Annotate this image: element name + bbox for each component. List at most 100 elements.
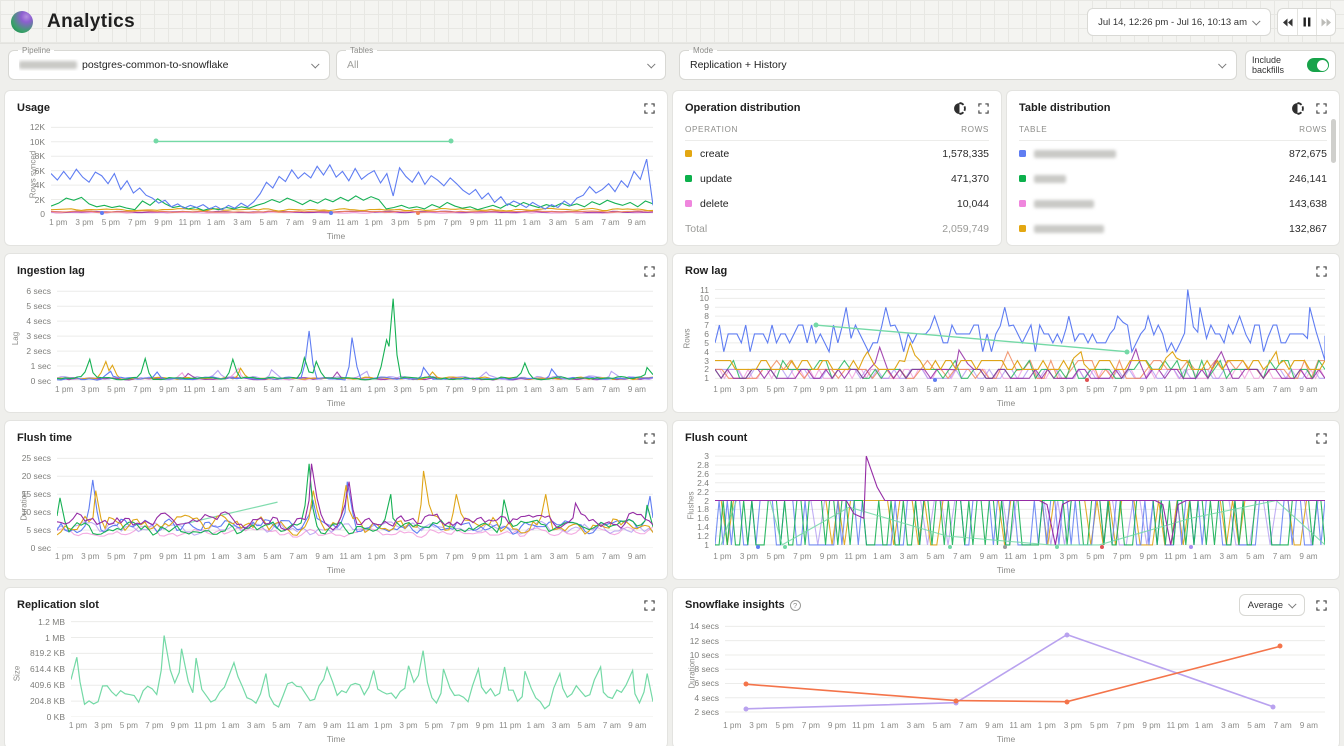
x-tick-label: 11 pm [496,385,518,394]
x-tick-label: 11 pm [499,721,521,730]
ingestion-lag-chart: Lag0 sec1 sec2 secs3 secs4 secs5 secs6 s… [11,280,661,409]
expand-button[interactable] [975,100,991,116]
y-tick-label: 2 [704,364,709,374]
event-marker [948,545,952,549]
x-tick-label: 9 am [985,721,1003,730]
x-axis-title: Time [11,734,661,744]
tables-select[interactable]: Tables All [336,50,666,80]
y-tick-label: 3 [704,356,709,366]
x-tick-label: 7 am [959,721,977,730]
x-tick-label: 5 am [263,552,281,561]
help-icon[interactable]: ? [790,600,801,611]
operation-name: create [700,148,729,160]
y-tick-label: 614.4 KB [30,664,65,674]
table-row: 132,867 [1019,216,1327,241]
y-tick-label: 10K [30,137,45,147]
x-tick-label: 9 am [628,552,646,561]
x-tick-label: 7 am [298,721,316,730]
expand-button[interactable] [641,597,657,613]
expand-button[interactable] [641,430,657,446]
x-tick-label: 7 pm [444,218,462,227]
y-tick-label: 4 secs [694,693,719,703]
expand-button[interactable] [641,263,657,279]
x-tick-label: 3 pm [81,385,99,394]
date-range-picker[interactable]: Jul 14, 12:26 pm - Jul 16, 10:13 am [1087,8,1271,36]
pause-button[interactable] [1297,9,1316,35]
redacted-table-name [1034,200,1094,208]
event-marker [100,211,104,215]
scrollbar-thumb[interactable] [1331,119,1336,163]
x-tick-label: 1 am [880,721,898,730]
expand-button[interactable] [1313,430,1329,446]
table-row: create 1,578,335 [685,141,989,166]
x-tick-label: 1 am [873,552,891,561]
mode-select[interactable]: Mode Replication + History [679,50,1237,80]
x-tick-label: 5 am [263,385,281,394]
aggregation-select[interactable]: Average [1239,594,1305,616]
x-tick-label: 9 pm [828,721,846,730]
x-tick-label: 3 pm [75,218,93,227]
table-row: 84,567 [1019,241,1327,246]
x-tick-label: 9 am [315,385,333,394]
x-tick-label: 1 am [524,552,542,561]
pie-chart-toggle-button[interactable] [1289,100,1305,116]
x-tick-label: 3 am [1221,721,1239,730]
total-label: Total [685,223,707,235]
data-point-marker [154,139,159,144]
app-logo [11,11,33,33]
x-tick-label: 3 pm [399,721,417,730]
x-tick-label: 9 am [1300,721,1318,730]
x-tick-label: 1 pm [1033,552,1051,561]
x-tick-label: 1 pm [374,721,392,730]
replication-slot-chart: Size0 KB204.8 KB409.6 KB614.4 KB819.2 KB… [11,614,661,745]
y-tick-label: 6 secs [694,678,719,688]
total-count: 2,059,749 [942,223,989,235]
y-tick-label: 25 secs [22,453,51,463]
replication-slot-panel: Replication slot Size0 KB204.8 KB409.6 K… [4,587,668,746]
x-tick-label: 1 pm [713,385,731,394]
y-tick-label: 1 MB [45,633,65,643]
x-tick-label: 1 am [1193,552,1211,561]
fast-forward-icon [1321,18,1332,27]
y-tick-label: 2.4 [697,478,709,488]
x-tick-label: 11 pm [844,385,866,394]
y-tick-label: 0 sec [31,543,51,553]
data-point-marker [813,323,818,328]
expand-button[interactable] [641,100,657,116]
usage-chart: Rows synced02K4K6K8K10K12K1 pm3 pm5 pm7 … [11,117,661,242]
app-title: Analytics [47,11,135,33]
x-tick-label: 9 pm [1142,721,1160,730]
y-tick-label: 1 sec [31,361,51,371]
x-tick-label: 5 pm [1086,552,1104,561]
plot-area [71,620,653,717]
y-tick-label: 1.6 [697,513,709,523]
panel-title: Flush count [685,432,747,444]
row-count: 132,867 [1289,223,1327,235]
include-backfills-toggle[interactable] [1307,58,1329,72]
pause-icon [1303,17,1311,27]
event-marker [933,378,937,382]
x-tick-label: 3 pm [1060,552,1078,561]
expand-button[interactable] [1313,100,1329,116]
x-tick-label: 5 pm [107,552,125,561]
y-tick-label: 6K [35,166,45,176]
pie-chart-toggle-button[interactable] [951,100,967,116]
x-tick-label: 5 am [1247,721,1265,730]
fast-forward-button[interactable] [1316,9,1335,35]
expand-button[interactable] [1313,597,1329,613]
data-point-marker [954,698,959,703]
pipeline-select[interactable]: Pipeline postgres-common-to-snowflake [8,50,330,80]
x-tick-label: 7 pm [1113,552,1131,561]
data-point-marker [1124,349,1129,354]
x-tick-label: 7 pm [133,385,151,394]
flush-time-chart: Duration0 sec5 secs10 secs15 secs20 secs… [11,447,661,576]
x-tick-label: 5 pm [767,385,785,394]
operation-distribution-panel: Operation distribution OPERATION ROWS cr… [672,90,1002,246]
rewind-button[interactable] [1278,9,1297,35]
x-tick-label: 7 am [1273,385,1291,394]
plot-area [57,286,653,381]
expand-button[interactable] [1313,263,1329,279]
pie-chart-icon [1291,102,1304,115]
total-row: Total 2,059,749 [685,216,989,241]
flush-count-chart: Flushes11.21.41.61.822.22.42.62.831 pm3 … [679,447,1333,576]
